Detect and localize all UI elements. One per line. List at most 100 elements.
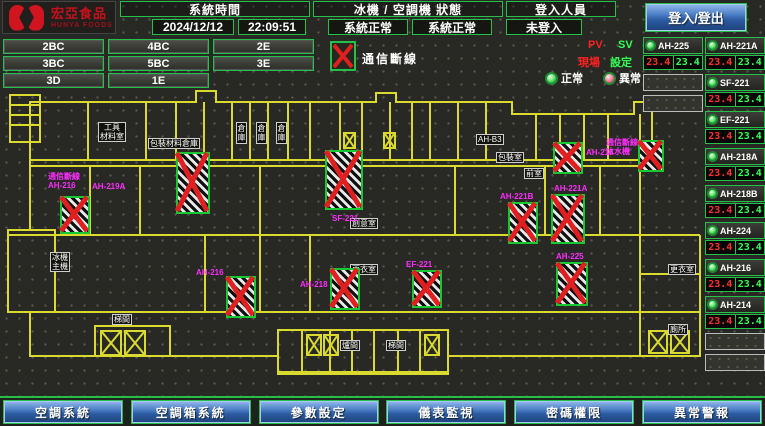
nav-button-空調箱系統[interactable]: 空調箱系統 [132,401,250,423]
unit-name: SF-221 [720,78,750,88]
comm-fail-icon [330,41,356,71]
fan-abnormal-icon[interactable] [60,196,90,234]
fan-label: AH-216 [196,268,224,277]
unit-values-ah-218a: 23.423.4 [705,166,765,181]
fan-icon[interactable] [124,330,146,356]
fan-abnormal-icon[interactable] [551,194,585,244]
fan-abnormal-icon[interactable] [325,150,363,210]
fan-abnormal-icon[interactable] [176,152,210,214]
unit-pv-value: 23.4 [706,315,736,328]
floor-button-5bc[interactable]: 5BC [108,56,209,71]
unit-button-ah-216[interactable]: AH-216 [705,259,765,276]
unit-button-ah-218a[interactable]: AH-218A [705,148,765,165]
unit-status-led-icon [707,77,718,88]
unit-values-sf-221: 23.423.4 [705,92,765,107]
comm-fail-legend-label: 通信斷線 [362,50,418,67]
fan-icon[interactable] [648,330,668,354]
room-label: 倉庫 [256,122,267,144]
normal-led-icon [545,72,558,85]
unit-button-ah-225[interactable]: AH-225 [643,37,703,54]
nav-button-儀表監視[interactable]: 儀表監視 [387,401,505,423]
fan-abnormal-icon[interactable] [330,268,360,310]
unit-name: AH-221A [720,41,758,51]
unit-empty-slot [643,95,703,112]
unit-name: AH-218A [720,152,758,162]
unit-sv-value: 23.4 [674,56,703,69]
floor-button-1e[interactable]: 1E [108,73,209,88]
logo-subtitle: HUNYA FOODS [51,22,113,29]
unit-button-ah-218b[interactable]: AH-218B [705,185,765,202]
floor-button-3e[interactable]: 3E [213,56,314,71]
sv-legend-label: SV [618,39,633,51]
fan-label: AH-221A [554,184,587,193]
fan-abnormal-icon[interactable] [508,202,538,244]
unit-button-ef-221[interactable]: EF-221 [705,111,765,128]
unit-name: AH-218B [720,189,758,199]
fan-label: EF-221 [406,260,432,269]
unit-button-ah-224[interactable]: AH-224 [705,222,765,239]
floor-button-3bc[interactable]: 3BC [3,56,104,71]
unit-sv-value: 23.4 [736,315,765,328]
login-logout-button[interactable]: 登入/登出 [646,4,746,31]
system-date-value: 2024/12/12 [152,19,234,35]
floor-button-3d[interactable]: 3D [3,73,104,88]
room-label: 梯間 [386,340,406,351]
machine-status-label: 冰機 / 空調機 狀態 [313,1,503,17]
unit-status-led-icon [707,225,718,236]
abnormal-led-icon [603,72,616,85]
fan-abnormal-icon[interactable] [412,270,442,308]
logo-title: 宏亞食品 [51,7,113,20]
fan-abnormal-icon[interactable] [638,140,664,172]
fan-abnormal-icon[interactable] [226,276,256,318]
floor-button-4bc[interactable]: 4BC [108,39,209,54]
unit-status-led-icon [707,151,718,162]
unit-name: AH-224 [720,226,751,236]
fan-abnormal-icon[interactable] [553,142,583,174]
unit-pv-value: 23.4 [706,278,736,291]
normal-legend: 正常 [545,70,583,86]
unit-button-sf-221[interactable]: SF-221 [705,74,765,91]
nav-button-異常警報[interactable]: 異常警報 [643,401,761,423]
room-label: 前室 [524,168,544,179]
fan-icon[interactable] [100,330,122,356]
top-bar: 宏亞食品 HUNYA FOODS 系統時間 2024/12/12 22:09:5… [0,0,765,36]
logo-icon [7,4,47,32]
login-status-value: 未登入 [506,19,582,35]
normal-legend-label: 正常 [561,70,583,86]
unit-sv-value: 23.4 [736,56,765,69]
fan-abnormal-icon[interactable] [556,262,588,306]
unit-values-ah-214: 23.423.4 [705,314,765,329]
nav-button-空調系統[interactable]: 空調系統 [4,401,122,423]
fan-icon[interactable] [383,132,396,149]
fan-icon[interactable] [424,334,440,356]
room-label: 工具 材料室 [98,122,126,142]
unit-column-a: AH-22523.423.4 [643,37,703,116]
unit-empty-slot [705,333,765,350]
room-label: 爐間 [340,340,360,351]
nav-button-密碼權限[interactable]: 密碼權限 [515,401,633,423]
ahu-status-value: 系統正常 [412,19,492,35]
unit-button-ah-214[interactable]: AH-214 [705,296,765,313]
fan-icon[interactable] [343,132,356,149]
chiller-status-value: 系統正常 [328,19,408,35]
unit-sv-value: 23.4 [736,130,765,143]
floor-button-2e[interactable]: 2E [213,39,314,54]
room-label: 廁所 [668,324,688,335]
floor-button-2bc[interactable]: 2BC [3,39,104,54]
unit-name: AH-214 [720,300,751,310]
unit-button-ah-221a[interactable]: AH-221A [705,37,765,54]
fan-icon[interactable] [323,334,339,356]
unit-status-led-icon [707,262,718,273]
company-logo: 宏亞食品 HUNYA FOODS [2,1,116,34]
room-label: 冰機 主機 [50,252,70,272]
unit-sv-value: 23.4 [736,93,765,106]
unit-values-ah-218b: 23.423.4 [705,203,765,218]
nav-button-參數設定[interactable]: 參數設定 [260,401,378,423]
abnormal-legend-label: 異常 [619,70,641,86]
fan-label: AH-219A [92,182,125,191]
unit-name: EF-221 [720,115,750,125]
unit-status-led-icon [707,188,718,199]
pv-legend-label: PV [588,39,603,51]
fan-icon[interactable] [306,334,322,356]
unit-empty-slot [643,74,703,91]
